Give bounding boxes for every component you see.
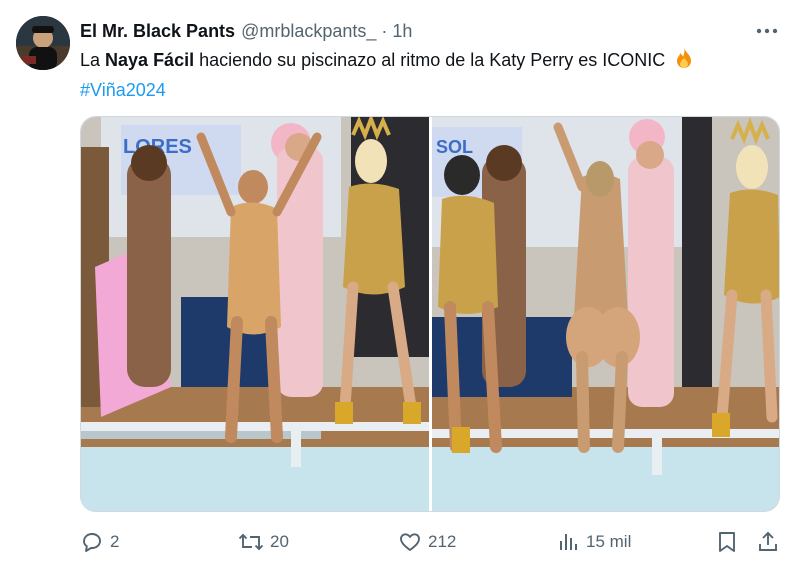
reply-button[interactable]: 2 (80, 528, 119, 556)
views-chart-icon (560, 534, 577, 550)
more-options-icon[interactable] (752, 20, 782, 42)
tweet-text: La Naya Fácil haciendo su piscinazo al r… (80, 47, 780, 104)
share-button[interactable] (756, 528, 780, 556)
like-button[interactable]: 212 (398, 528, 456, 556)
timestamp[interactable]: 1h (392, 21, 412, 42)
repost-button[interactable]: 20 (238, 528, 289, 556)
bookmark-button[interactable] (716, 528, 738, 556)
banner-text-right: SOL (436, 137, 473, 157)
text-after: haciendo su piscinazo al ritmo de la Kat… (194, 50, 666, 70)
views-count: 15 mil (586, 532, 632, 551)
user-handle[interactable]: @mrblackpants_ (241, 21, 376, 42)
text-bold-name: Naya Fácil (105, 50, 195, 70)
hashtag-link[interactable]: #Viña2024 (80, 80, 166, 100)
avatar[interactable] (16, 16, 70, 70)
tweet-header: El Mr. Black Pants @mrblackpants_ · 1h (80, 18, 412, 44)
display-name[interactable]: El Mr. Black Pants (80, 21, 235, 42)
like-count: 212 (428, 532, 457, 551)
media-image-2[interactable]: SOL (431, 117, 779, 511)
fire-emoji-icon (674, 47, 694, 77)
tweet: El Mr. Black Pants @mrblackpants_ · 1h L… (0, 0, 800, 571)
reply-icon (83, 533, 101, 552)
reply-count: 2 (110, 532, 120, 551)
heart-icon (400, 533, 420, 551)
action-bar: 2 20 212 15 mil (80, 528, 780, 556)
share-icon (759, 531, 777, 551)
repost-count: 20 (270, 532, 289, 551)
media-image-1[interactable]: LORES (81, 117, 429, 511)
media-grid: LORES SOL (80, 116, 780, 512)
separator: · (381, 20, 388, 41)
bookmark-icon (719, 532, 735, 552)
repost-icon (238, 533, 264, 551)
avatar-image (16, 16, 70, 70)
views-button[interactable]: 15 mil (556, 528, 631, 556)
text-before: La (80, 50, 106, 70)
